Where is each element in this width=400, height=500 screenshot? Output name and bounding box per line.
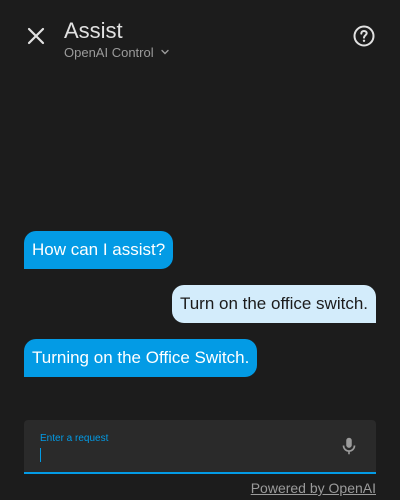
microphone-icon — [342, 437, 356, 455]
assistant-message: How can I assist? — [24, 231, 174, 269]
request-input[interactable] — [38, 446, 322, 468]
dialog-title: Assist — [64, 18, 123, 43]
powered-by-link[interactable]: Powered by OpenAI — [251, 480, 376, 496]
microphone-button[interactable] — [338, 435, 360, 457]
close-icon — [27, 27, 45, 45]
help-button[interactable] — [352, 24, 376, 48]
message-row: How can I assist? — [24, 231, 376, 285]
user-message: Turn on the office switch. — [171, 285, 376, 323]
message-row: Turn on the office switch. — [24, 285, 376, 339]
request-label: Enter a request — [40, 433, 109, 444]
chevron-down-icon — [160, 49, 169, 55]
pipeline-name: OpenAI Control — [64, 44, 154, 60]
conversation: How can I assist? Turn on the office swi… — [24, 231, 376, 393]
close-button[interactable] — [24, 24, 48, 48]
assist-dialog: Assist OpenAI Control How can I assist? … — [0, 0, 400, 500]
assistant-message: Turning on the Office Switch. — [24, 339, 258, 377]
help-circle-icon — [353, 25, 375, 47]
message-row: Turning on the Office Switch. — [24, 339, 376, 393]
request-textfield[interactable]: Enter a request — [24, 420, 376, 474]
text-cursor — [40, 448, 41, 462]
pipeline-selector[interactable]: OpenAI Control — [64, 44, 170, 60]
